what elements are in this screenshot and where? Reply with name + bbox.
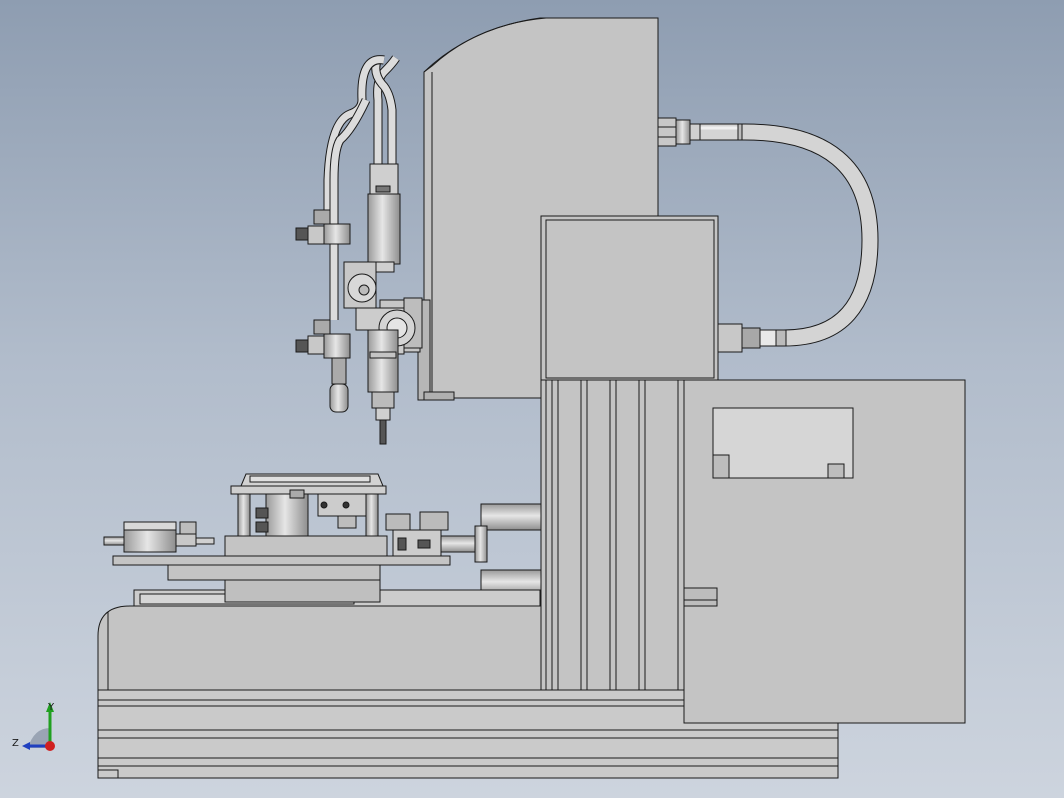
valve-upper bbox=[295, 209, 351, 245]
control-box bbox=[683, 379, 966, 724]
micrometer-adjuster bbox=[385, 511, 488, 563]
cad-viewport[interactable]: Y Z bbox=[0, 0, 1064, 798]
guide-rods bbox=[480, 503, 542, 597]
dial-gauge bbox=[103, 521, 215, 553]
cable-connector-bottom bbox=[717, 323, 787, 353]
view-orientation-triad: Y Z bbox=[12, 702, 55, 751]
fixture-block bbox=[230, 473, 387, 537]
z-axis-label: Z bbox=[12, 738, 19, 749]
valve-lower bbox=[295, 319, 351, 413]
cable-gland-top bbox=[657, 117, 701, 147]
machine-drawing: Y Z bbox=[12, 17, 966, 779]
spindle-assembly bbox=[295, 55, 423, 445]
y-axis-label: Y bbox=[47, 702, 55, 713]
z-carriage-box bbox=[540, 215, 719, 381]
vertical-column bbox=[540, 379, 685, 691]
